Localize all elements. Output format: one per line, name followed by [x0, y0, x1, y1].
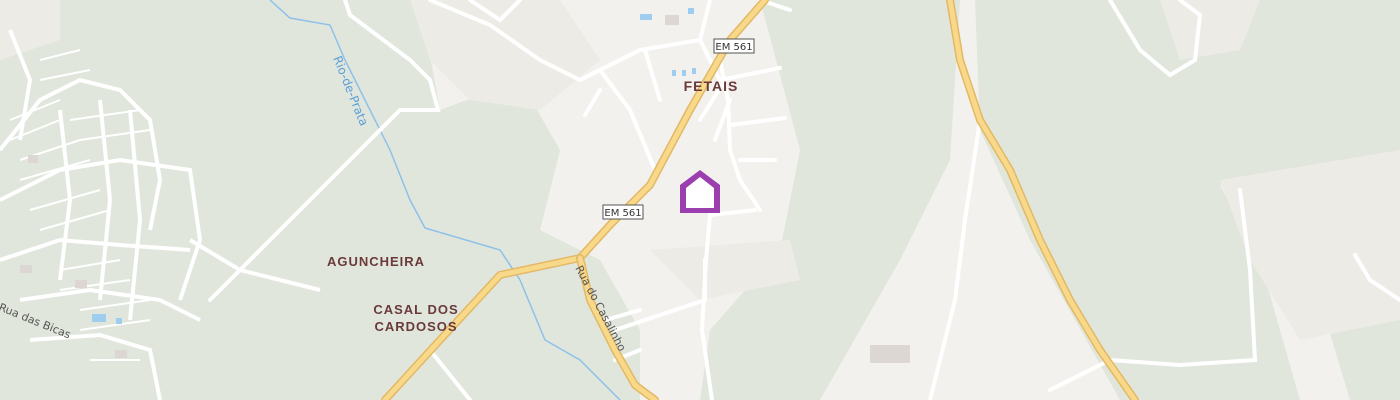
place-label-fetais: FETAIS — [684, 78, 739, 94]
building — [28, 155, 38, 163]
building — [75, 280, 87, 288]
swimming-pool — [682, 70, 686, 76]
building — [665, 15, 679, 25]
place-label-aguncheira: AGUNCHEIRA — [327, 254, 425, 269]
road-shield-label: EM 561 — [715, 42, 752, 53]
swimming-pool — [692, 68, 696, 74]
swimming-pool — [672, 70, 676, 76]
map-view[interactable]: EM 561 EM 561 Rua do Casalinho Rua das B… — [0, 0, 1400, 400]
swimming-pool — [688, 8, 694, 14]
road-shield-top: EM 561 — [713, 38, 755, 54]
building — [870, 345, 910, 363]
swimming-pool — [116, 318, 122, 324]
swimming-pool — [640, 14, 652, 20]
map-canvas[interactable]: EM 561 EM 561 Rua do Casalinho Rua das B… — [0, 0, 1400, 400]
swimming-pool — [92, 314, 106, 322]
road-shield-middle: EM 561 — [602, 204, 644, 220]
building — [20, 265, 32, 273]
building — [115, 350, 127, 358]
road-shield-label: EM 561 — [604, 208, 641, 219]
place-label-casal-line1: CASAL DOS — [373, 302, 458, 317]
place-label-casal-line2: CARDOSOS — [374, 319, 457, 334]
